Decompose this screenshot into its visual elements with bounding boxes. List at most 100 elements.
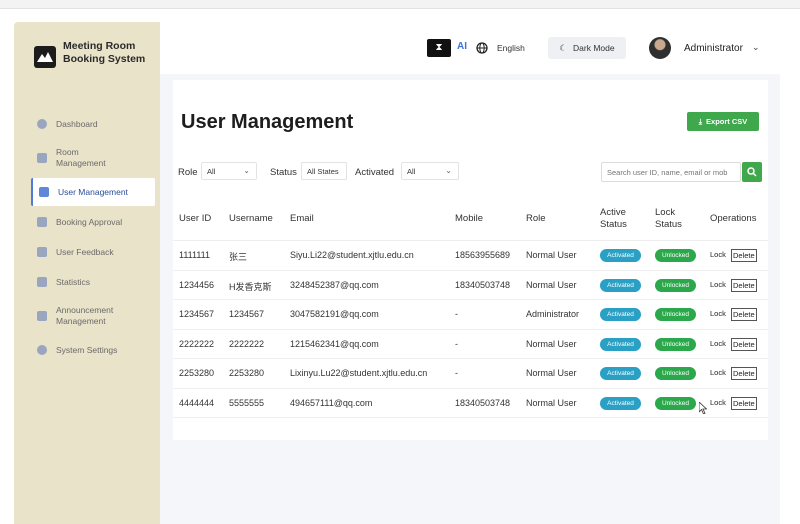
chevron-down-icon: ⌄: [445, 166, 452, 175]
delete-button[interactable]: Delete: [731, 396, 757, 410]
col-email: Email: [290, 213, 314, 224]
lock-button[interactable]: Lock: [710, 279, 726, 290]
ai-label[interactable]: AI: [457, 41, 467, 52]
users-icon: [39, 187, 49, 197]
col-mobile: Mobile: [455, 213, 483, 224]
dark-mode-button[interactable]: ☾ Dark Mode: [548, 37, 626, 59]
lock-button[interactable]: Lock: [710, 249, 726, 260]
lock-status-badge: Unlocked: [655, 278, 696, 292]
sidebar-item-label: System Settings: [56, 345, 118, 355]
sidebar-item-user-management[interactable]: User Management: [31, 178, 155, 206]
active-status-badge: Activated: [600, 396, 641, 410]
hourglass-icon[interactable]: ⧗: [427, 39, 451, 57]
col-operations: Operations: [710, 213, 757, 224]
cell-username: 1234567: [229, 309, 265, 319]
language-selector[interactable]: English: [497, 43, 525, 53]
users-table: User ID Username Email Mobile Role Activ…: [173, 198, 768, 418]
cell-mobile: -: [455, 338, 458, 349]
status-filter-select[interactable]: All States: [301, 162, 347, 180]
lock-status-badge: Unlocked: [655, 396, 696, 410]
delete-button[interactable]: Delete: [731, 367, 757, 380]
cell-email: 3047582191@qq.com: [290, 309, 379, 319]
search-icon: [747, 167, 757, 177]
sidebar-item-user-feedback[interactable]: User Feedback: [31, 238, 155, 266]
cell-mobile: 18340503748: [455, 279, 511, 290]
browser-top-bar: [0, 0, 800, 9]
lock-button[interactable]: Lock: [710, 397, 726, 408]
activated-filter-select[interactable]: All ⌄: [401, 162, 459, 180]
cell-email: 3248452387@qq.com: [290, 279, 379, 290]
delete-button[interactable]: Delete: [731, 278, 757, 292]
table-row: 1111111 张三 Siyu.Li22@student.xjtlu.edu.cn 1…: [173, 241, 768, 271]
room-icon: [37, 153, 47, 163]
globe-icon[interactable]: [476, 41, 488, 59]
active-status-badge: Activated: [600, 308, 641, 321]
sidebar-item-system-settings[interactable]: System Settings: [31, 336, 155, 364]
page-title: User Management: [181, 111, 354, 133]
app-title: Meeting Room Booking System: [63, 40, 146, 65]
settings-icon: [37, 345, 47, 355]
delete-button[interactable]: Delete: [731, 249, 757, 262]
cell-user-id: 1234456: [179, 279, 215, 290]
active-status-badge: Activated: [600, 249, 641, 262]
activated-filter-label: Activated: [355, 167, 395, 178]
cell-role: Normal User: [526, 250, 577, 260]
search-button[interactable]: [742, 162, 762, 182]
cell-user-id: 1234567: [179, 309, 215, 319]
sidebar-item-statistics[interactable]: Statistics: [31, 268, 155, 296]
role-filter-label: Role: [178, 167, 198, 178]
col-role: Role: [526, 213, 546, 224]
search-input[interactable]: [601, 162, 741, 182]
avatar[interactable]: [649, 37, 671, 59]
status-filter-value: All States: [307, 166, 339, 176]
main-area: ⧗ AI English ☾ Dark Mode Administrator ⌄…: [160, 22, 780, 524]
table-row: 2222222 2222222 1215462341@qq.com - Normal U…: [173, 330, 768, 359]
role-filter-value: All: [207, 166, 216, 176]
delete-button[interactable]: Delete: [731, 337, 757, 351]
table-row: 1234567 1234567 3047582191@qq.com - Administ…: [173, 300, 768, 330]
export-csv-label: Export CSV: [706, 117, 748, 126]
sidebar-item-room-management[interactable]: Room Management: [31, 140, 155, 176]
delete-button[interactable]: Delete: [731, 308, 757, 321]
sidebar-item-label: User Feedback: [56, 247, 114, 257]
table-row: 4444444 5555555 494657111@qq.com 1834050374…: [173, 389, 768, 418]
chevron-down-icon[interactable]: ⌄: [752, 42, 760, 53]
user-menu-name[interactable]: Administrator: [684, 43, 743, 54]
sidebar-item-booking-approval[interactable]: Booking Approval: [31, 208, 155, 236]
cell-user-id: 2222222: [179, 338, 215, 349]
cell-username: 5555555: [229, 397, 265, 408]
sidebar-item-dashboard[interactable]: Dashboard: [31, 110, 155, 138]
user-management-panel: User Management ⤓ Export CSV Role All ⌄ …: [173, 80, 768, 440]
sidebar-item-label: Dashboard: [56, 119, 98, 129]
col-username: Username: [229, 213, 273, 224]
cell-user-id: 2253280: [179, 368, 215, 378]
role-filter-select[interactable]: All ⌄: [201, 162, 257, 180]
sidebar-item-announcement-management[interactable]: Announcement Management: [31, 298, 155, 334]
lock-button[interactable]: Lock: [710, 367, 726, 378]
lock-button[interactable]: Lock: [710, 308, 726, 319]
cell-email: 494657111@qq.com: [290, 397, 373, 408]
col-user-id: User ID: [179, 213, 212, 224]
cell-role: Normal User: [526, 368, 577, 378]
table-header: User ID Username Email Mobile Role Activ…: [173, 198, 768, 241]
sidebar-item-label: Booking Approval: [56, 217, 123, 227]
export-csv-button[interactable]: ⤓ Export CSV: [687, 112, 759, 131]
brand[interactable]: Meeting Room Booking System: [34, 40, 145, 68]
active-status-badge: Activated: [600, 278, 641, 292]
sidebar-item-label: Announcement Management: [56, 305, 114, 326]
cell-username: 2253280: [229, 368, 265, 378]
cell-email: Lixinyu.Lu22@student.xjtlu.edu.cn: [290, 368, 428, 378]
cell-mobile: 18563955689: [455, 250, 511, 260]
lock-button[interactable]: Lock: [710, 338, 726, 349]
table-body: 1111111 张三 Siyu.Li22@student.xjtlu.edu.cn 1…: [173, 241, 768, 418]
cell-mobile: -: [455, 368, 458, 378]
mouse-cursor-icon: [699, 402, 707, 414]
cell-username: 张三: [229, 252, 248, 262]
lock-status-badge: Unlocked: [655, 249, 696, 262]
feedback-icon: [37, 247, 47, 257]
status-filter-label: Status: [270, 167, 297, 178]
col-lock-status: Lock Status: [655, 207, 682, 230]
col-active-status: Active Status: [600, 207, 627, 230]
active-status-badge: Activated: [600, 367, 641, 380]
sidebar: Meeting Room Booking System Dashboard Ro…: [14, 22, 160, 524]
